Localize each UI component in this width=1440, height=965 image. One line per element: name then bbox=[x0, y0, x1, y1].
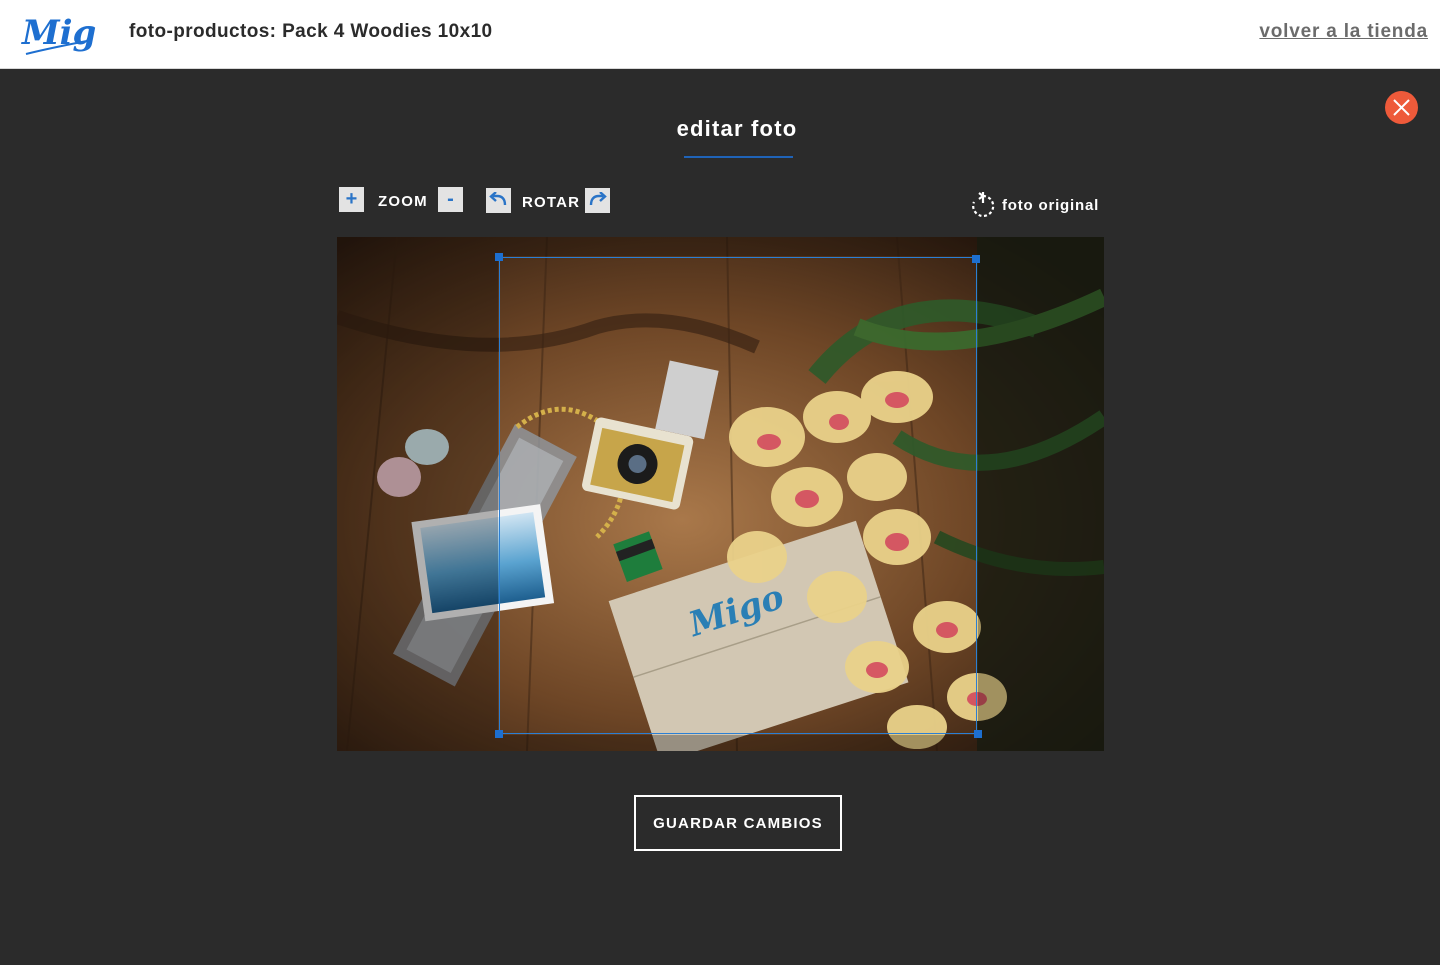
close-icon bbox=[1393, 99, 1410, 116]
zoom-out-button[interactable]: - bbox=[438, 187, 463, 212]
save-changes-button[interactable]: GUARDAR CAMBIOS bbox=[634, 795, 842, 851]
rotate-left-button[interactable] bbox=[486, 188, 511, 213]
original-photo-label: foto original bbox=[1002, 197, 1100, 214]
top-header: Migo foto-productos: Pack 4 Woodies 10x1… bbox=[0, 0, 1440, 69]
crop-handle-top-right[interactable] bbox=[972, 255, 980, 263]
close-button[interactable] bbox=[1385, 91, 1418, 124]
reset-rotation-icon bbox=[972, 192, 995, 218]
page-title: foto-productos: Pack 4 Woodies 10x10 bbox=[129, 21, 493, 42]
crop-handle-top-left[interactable] bbox=[495, 253, 503, 261]
title-underline bbox=[684, 156, 793, 158]
crop-frame[interactable] bbox=[499, 257, 977, 734]
migo-logo[interactable]: Migo bbox=[20, 10, 119, 60]
rotate-left-icon bbox=[489, 192, 507, 206]
modal-title: editar foto bbox=[676, 116, 798, 141]
zoom-in-button[interactable]: + bbox=[339, 187, 364, 212]
zoom-label: ZOOM bbox=[378, 193, 428, 210]
rotate-right-button[interactable] bbox=[585, 188, 610, 213]
crop-handle-bottom-right[interactable] bbox=[974, 730, 982, 738]
rotate-right-icon bbox=[589, 192, 607, 206]
crop-handle-bottom-left[interactable] bbox=[495, 730, 503, 738]
back-to-store-link[interactable]: volver a la tienda bbox=[1259, 21, 1428, 43]
rotate-label: ROTAR bbox=[522, 194, 581, 211]
